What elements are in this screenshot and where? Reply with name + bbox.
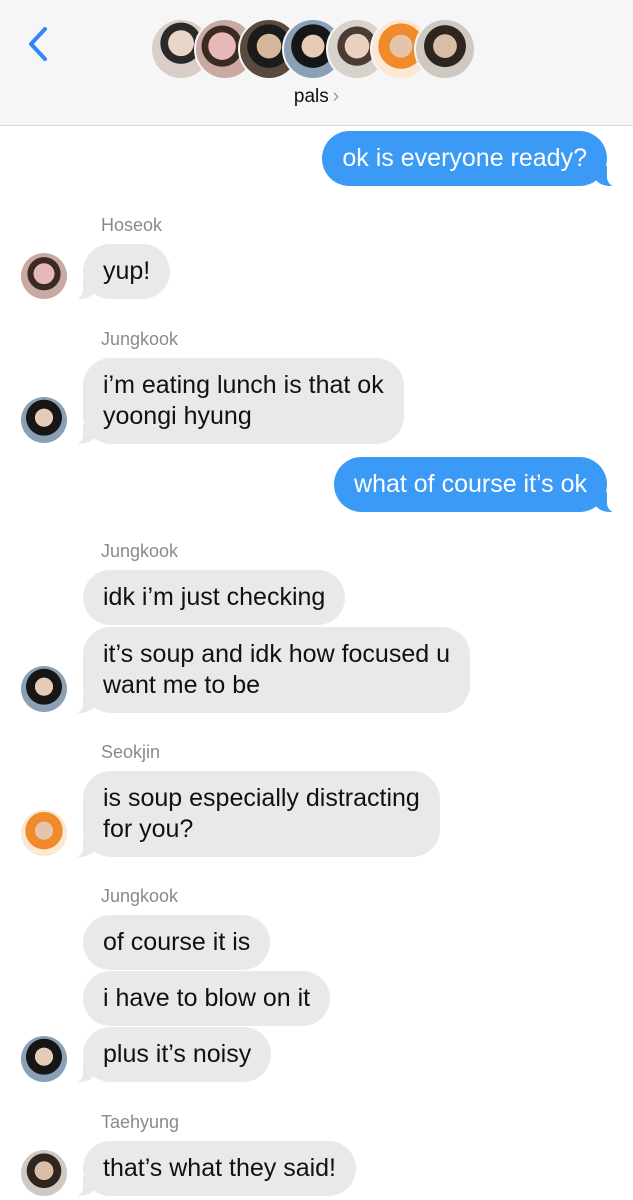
message-line: i’m eating lunch is that ok [103, 371, 384, 399]
incoming-message[interactable]: i’m eating lunch is that ok yoongi hyung [71, 358, 404, 445]
sender-avatar-seokjin[interactable] [21, 810, 67, 856]
chevron-right-icon: › [332, 86, 340, 107]
incoming-message[interactable]: plus it’s noisy [70, 1027, 272, 1083]
message-text: plus it’s noisy [103, 1040, 252, 1068]
incoming-message[interactable]: it’s soup and idk how focused u want me … [71, 627, 470, 714]
outgoing-message[interactable]: ok is everyone ready? [322, 131, 619, 187]
message-line: yoongi hyung [103, 402, 252, 430]
sender-avatar-jungkook[interactable] [21, 397, 67, 443]
chevron-left-icon [29, 27, 47, 61]
sender-avatar-jungkook[interactable] [21, 1036, 67, 1082]
group-name-button[interactable]: pals › [0, 86, 633, 108]
back-button[interactable] [18, 24, 58, 64]
message-line: for you? [103, 815, 194, 843]
sender-name: Hoseok [101, 215, 163, 235]
sender-name: Jungkook [101, 886, 179, 906]
sender-avatar-jungkook[interactable] [21, 666, 67, 712]
message-text: idk i’m just checking [103, 583, 326, 611]
message-text: ok is everyone ready? [342, 144, 587, 172]
message-line: want me to be [103, 671, 261, 699]
group-avatars[interactable] [150, 18, 490, 80]
group-name-label: pals [293, 86, 329, 107]
conversation-header: pals › [0, 0, 633, 126]
incoming-message[interactable]: i have to blow on it [83, 971, 331, 1026]
sender-name: Jungkook [101, 329, 179, 349]
incoming-message[interactable]: that’s what they said! [70, 1141, 357, 1197]
sender-name: Seokjin [101, 742, 161, 762]
incoming-message[interactable]: is soup especially distracting for you? [71, 771, 440, 858]
outgoing-message[interactable]: what of course it’s ok [334, 457, 619, 513]
message-line: is soup especially distracting [103, 784, 420, 812]
sender-avatar-taehyung[interactable] [21, 1150, 67, 1196]
incoming-message[interactable]: idk i’m just checking [83, 570, 346, 625]
incoming-message[interactable]: yup! [70, 244, 171, 300]
sender-name: Jungkook [101, 541, 179, 561]
message-text: yup! [103, 257, 151, 285]
member-avatar-7 [414, 18, 476, 80]
sender-name: Taehyung [101, 1112, 180, 1132]
message-text: of course it is [103, 928, 251, 956]
message-text: that’s what they said! [103, 1154, 337, 1182]
message-text: what of course it’s ok [354, 470, 587, 498]
sender-avatar-hoseok[interactable] [21, 253, 67, 299]
message-text: i have to blow on it [103, 984, 311, 1012]
incoming-message[interactable]: of course it is [83, 915, 271, 970]
message-line: it’s soup and idk how focused u [103, 640, 450, 668]
